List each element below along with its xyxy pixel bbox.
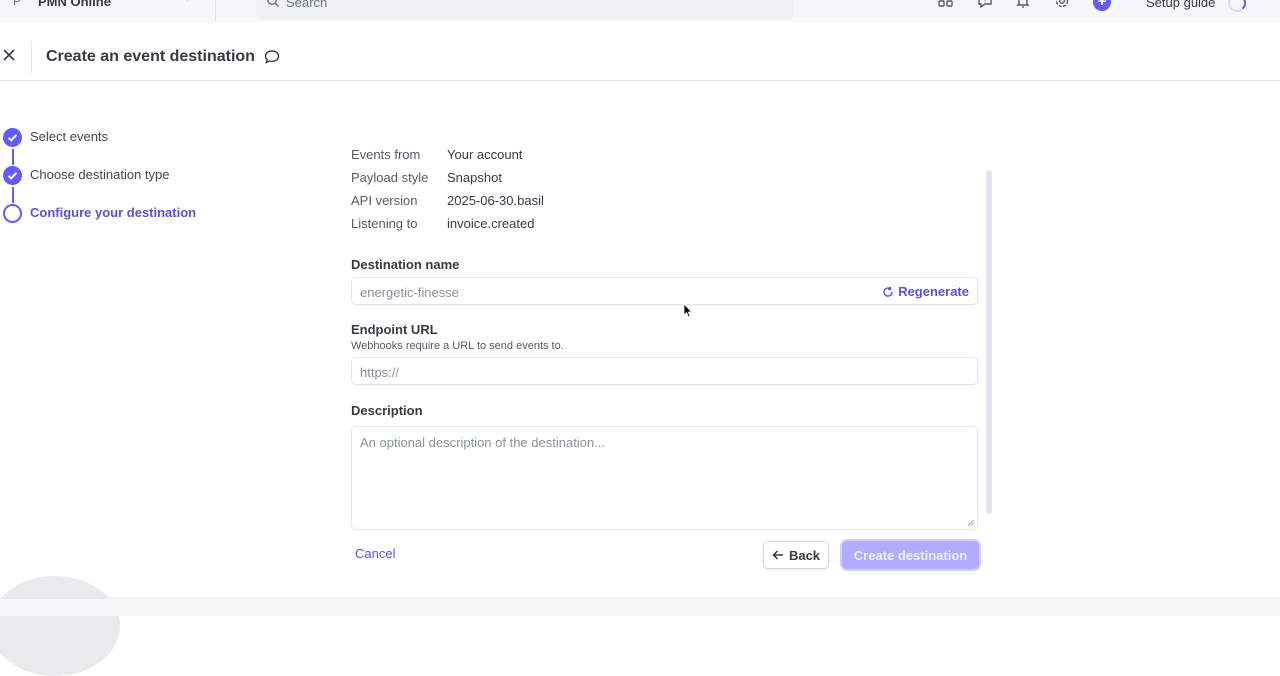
- gear-icon[interactable]: [1053, 0, 1071, 10]
- regenerate-label: Regenerate: [898, 284, 969, 299]
- description-textarea[interactable]: An optional description of the destinati…: [351, 426, 978, 530]
- check-icon: [3, 166, 22, 185]
- apps-icon[interactable]: [937, 0, 955, 10]
- page-header: Create an event destination: [0, 32, 1280, 81]
- top-bar: P PMN Online Search ? + Setup guide: [0, 0, 1280, 22]
- help-icon[interactable]: ?: [976, 0, 994, 10]
- account-switcher[interactable]: P PMN Online: [0, 0, 216, 22]
- step-connector: [12, 187, 14, 203]
- description-placeholder: An optional description of the destinati…: [360, 435, 605, 450]
- close-icon[interactable]: [0, 46, 20, 66]
- summary-key: Events from: [351, 147, 421, 162]
- svg-text:?: ?: [983, 0, 987, 5]
- chevron-down-icon: [182, 0, 192, 6]
- search-bar[interactable]: Search: [256, 0, 794, 20]
- summary-value: 2025-06-30.basil: [447, 193, 544, 208]
- description-label: Description: [351, 403, 423, 418]
- step-connector: [12, 149, 14, 165]
- arrow-left-icon: [772, 550, 783, 560]
- account-avatar-letter: P: [13, 0, 22, 8]
- comment-icon[interactable]: [263, 48, 281, 66]
- current-step-indicator: [3, 204, 22, 223]
- scrollbar[interactable]: [986, 170, 992, 514]
- step-label: Select events: [30, 129, 109, 144]
- destination-name-placeholder: energetic-finesse: [360, 285, 459, 300]
- cancel-button[interactable]: Cancel: [355, 546, 395, 561]
- spinner-icon: [1228, 0, 1246, 12]
- bottom-bar: [0, 598, 1280, 616]
- endpoint-url-input[interactable]: https://: [351, 357, 978, 385]
- account-name: PMN Online: [38, 0, 111, 9]
- plus-icon[interactable]: +: [1093, 0, 1111, 11]
- summary-value: invoice.created: [447, 216, 535, 231]
- regenerate-button[interactable]: Regenerate: [882, 284, 969, 299]
- destination-name-label: Destination name: [351, 257, 460, 272]
- page-title: Create an event destination: [46, 48, 255, 65]
- create-destination-button[interactable]: Create destination: [842, 541, 979, 569]
- overlay-shape: [0, 576, 120, 676]
- summary-key: Listening to: [351, 216, 418, 231]
- endpoint-url-label: Endpoint URL: [351, 322, 438, 337]
- check-icon: [3, 128, 22, 147]
- summary-value: Your account: [447, 147, 523, 162]
- back-label: Back: [788, 547, 821, 563]
- resize-handle-icon[interactable]: [967, 519, 975, 527]
- regenerate-icon: [883, 286, 893, 297]
- destination-name-input[interactable]: energetic-finesse Regenerate: [351, 277, 978, 305]
- mouse-cursor-icon: [683, 303, 693, 318]
- setup-guide-button[interactable]: Setup guide: [1146, 0, 1215, 10]
- search-placeholder: Search: [286, 0, 328, 10]
- endpoint-url-placeholder: https://: [360, 365, 400, 380]
- step-label: Configure your destination: [30, 205, 197, 220]
- summary-key: API version: [351, 193, 418, 208]
- summary-key: Payload style: [351, 170, 429, 185]
- bell-icon[interactable]: [1014, 0, 1032, 10]
- back-button[interactable]: Back: [763, 541, 829, 569]
- header-divider: [31, 41, 32, 73]
- endpoint-url-help: Webhooks require a URL to send events to…: [351, 340, 564, 352]
- step-label: Choose destination type: [30, 167, 170, 182]
- search-icon: [266, 0, 280, 8]
- summary-value: Snapshot: [447, 170, 502, 185]
